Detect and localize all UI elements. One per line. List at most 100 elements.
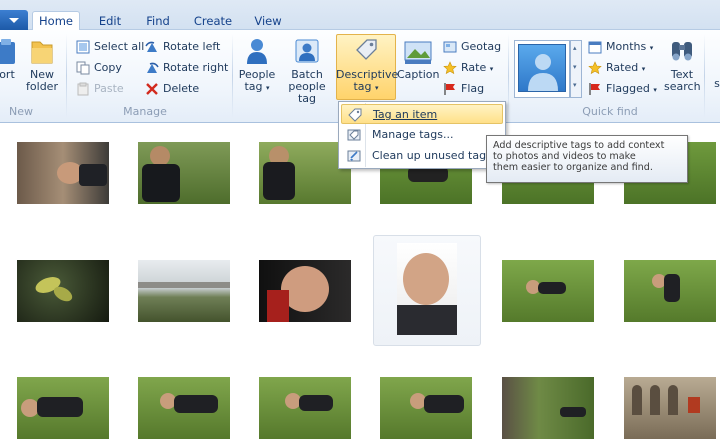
photo-thumbnail[interactable] (380, 377, 472, 439)
paste-label: Paste (94, 82, 124, 95)
menu-item-label: Tag an item (373, 108, 438, 121)
flag-icon (444, 83, 455, 95)
paste-button[interactable]: Paste (76, 80, 124, 98)
import-button[interactable]: ort (0, 36, 20, 81)
caption-icon (404, 41, 432, 64)
photo-thumbnail-selected[interactable] (397, 243, 457, 335)
flag-button[interactable]: Flag (443, 80, 484, 98)
photo-thumbnail[interactable] (502, 260, 594, 322)
new-folder-label-2: folder (26, 80, 58, 93)
geotag-icon (443, 41, 457, 53)
delete-label: Delete (163, 82, 200, 95)
flag-label: Flag (461, 82, 485, 95)
rotate-right-icon (147, 62, 159, 73)
photo-thumbnail[interactable] (17, 142, 109, 204)
people-tag-button[interactable]: People tag ▾ (237, 36, 277, 94)
photo-thumbnail[interactable] (138, 377, 230, 439)
new-folder-button[interactable]: New folder (24, 36, 60, 93)
tab-create[interactable]: Create (188, 12, 238, 30)
flagged-button[interactable]: Flagged ▾ (588, 80, 657, 98)
chevron-down-icon: ▾ (266, 84, 270, 92)
menu-item-clean-up-tags[interactable]: Clean up unused tags (341, 146, 503, 166)
chevron-down-icon: ▾ (489, 65, 494, 73)
photo-gallery-window: Home Edit Find Create View ort New folde… (0, 0, 720, 443)
geotag-label: Geotag (461, 40, 502, 53)
tab-edit[interactable]: Edit (90, 12, 130, 30)
tab-find[interactable]: Find (138, 12, 178, 30)
photo-thumbnail[interactable] (17, 260, 109, 322)
tab-view[interactable]: View (248, 12, 288, 30)
tag-icon (348, 108, 362, 122)
menu-item-manage-tags[interactable]: Manage tags... (341, 125, 503, 145)
months-button[interactable]: Months ▾ (588, 38, 653, 56)
delete-button[interactable]: Delete (145, 80, 199, 98)
gallery-scrollbar[interactable]: ▴ ▾ ▾ (570, 40, 582, 98)
rotate-left-label: Rotate left (163, 40, 221, 53)
import-icon (0, 39, 15, 64)
group-label-new: New (9, 105, 33, 118)
select-all-icon (76, 40, 90, 54)
tooltip-line: Add descriptive tags to add context (493, 140, 665, 151)
text-search-button[interactable]: Text search (664, 36, 701, 93)
descriptive-tag-menu: Tag an item Manage tags... Clean up unus… (338, 101, 506, 169)
tag-icon (356, 39, 377, 60)
select-all-label: Select all (94, 40, 145, 53)
person-icon (247, 39, 267, 64)
chevron-down-icon: ▾ (641, 65, 646, 73)
photo-thumbnail[interactable] (17, 377, 109, 439)
descriptive-tag-label-2: tag (353, 80, 372, 93)
menu-item-tag-an-item[interactable]: Tag an item (341, 104, 503, 124)
tag-item-tooltip: Add descriptive tags to add context to p… (486, 135, 688, 183)
copy-button[interactable]: Copy (76, 59, 122, 77)
rotate-right-button[interactable]: Rotate right (145, 59, 228, 77)
caption-button[interactable]: Caption (397, 36, 439, 81)
group-separator (704, 34, 705, 118)
rotate-left-icon (145, 41, 157, 52)
star-icon (443, 61, 457, 75)
photo-thumbnail[interactable] (138, 142, 230, 204)
menu-item-label: Clean up unused tags (372, 149, 492, 162)
photo-thumbnail[interactable] (624, 377, 716, 439)
rate-button[interactable]: Rate ▾ (443, 59, 493, 77)
group-separator (508, 34, 509, 118)
flag-icon (589, 83, 600, 95)
tooltip-line: to photos and videos to make (493, 151, 636, 162)
rotate-left-button[interactable]: Rotate left (145, 38, 220, 56)
import-label: ort (0, 68, 15, 81)
rated-label: Rated (606, 61, 639, 74)
clean-up-tags-icon (347, 150, 361, 162)
tab-home[interactable]: Home (32, 11, 80, 31)
group-label-manage: Manage (123, 105, 167, 118)
copy-label: Copy (94, 61, 122, 74)
rated-button[interactable]: Rated ▾ (588, 59, 645, 77)
paste-icon (77, 82, 89, 96)
batch-people-tag-button[interactable]: Batch people tag (278, 36, 336, 105)
binoculars-icon (672, 42, 692, 61)
calendar-icon (588, 41, 602, 54)
chevron-up-icon: ▴ (573, 44, 577, 52)
photo-thumbnail[interactable] (502, 377, 594, 439)
photo-thumbnail[interactable] (624, 260, 716, 322)
photo-thumbnail[interactable] (259, 377, 351, 439)
text-search-label-2: search (664, 80, 701, 93)
delete-icon (146, 83, 158, 95)
photo-thumbnail[interactable] (138, 260, 230, 322)
person-icon (528, 54, 558, 91)
people-gallery[interactable] (514, 40, 570, 98)
geotag-button[interactable]: Geotag (443, 38, 501, 56)
months-label: Months (606, 40, 647, 53)
chevron-down-icon: ▾ (573, 63, 577, 71)
batch-label-2: people tag (288, 80, 326, 105)
people-tag-label-2: tag (244, 80, 263, 93)
app-menu-button[interactable] (0, 10, 28, 30)
select-all-button[interactable]: Select all (76, 38, 144, 56)
photo-thumbnail[interactable] (259, 260, 351, 322)
tooltip-line: them easier to organize and find. (493, 162, 653, 173)
ribbon-tab-bar: Home Edit Find Create View (0, 0, 720, 31)
manage-tags-icon (347, 129, 361, 141)
person-tile (518, 44, 566, 92)
star-icon (588, 61, 602, 75)
group-label-quick-find: Quick find (582, 105, 638, 118)
partial-button[interactable]: s (712, 78, 720, 90)
folder-icon (31, 41, 53, 64)
